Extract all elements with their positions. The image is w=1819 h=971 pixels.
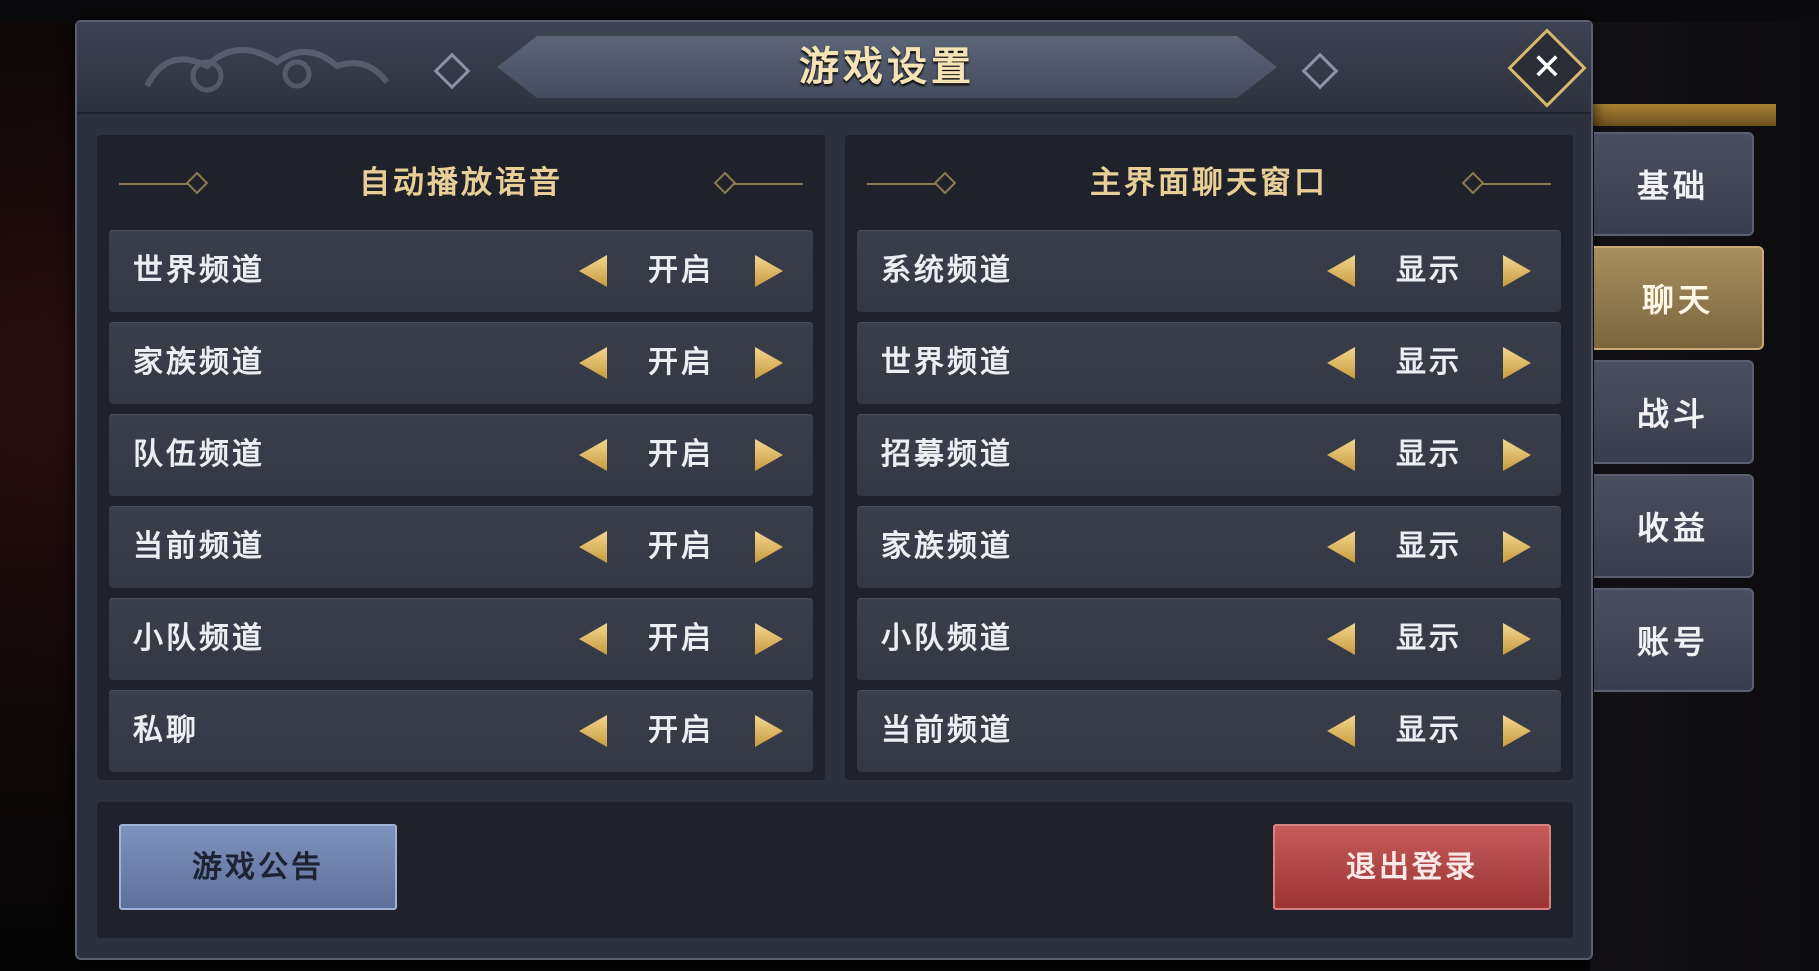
setting-label: 家族频道: [133, 345, 265, 380]
setting-row: 队伍频道 开启: [109, 414, 813, 496]
header-line: [733, 183, 803, 185]
triangle-left-icon[interactable]: [1327, 623, 1355, 655]
triangle-left-icon[interactable]: [579, 439, 607, 471]
panel-header: 主界面聊天窗口: [845, 157, 1573, 209]
tab-earnings[interactable]: 收益: [1594, 474, 1754, 578]
setting-row: 当前频道 显示: [857, 690, 1561, 772]
setting-label: 小队频道: [881, 621, 1013, 656]
triangle-left-icon[interactable]: [1327, 531, 1355, 563]
top-strip: [0, 0, 1819, 22]
triangle-left-icon[interactable]: [579, 255, 607, 287]
setting-row: 家族频道 开启: [109, 322, 813, 404]
triangle-left-icon[interactable]: [1327, 347, 1355, 379]
setting-label: 家族频道: [881, 529, 1013, 564]
setting-row: 小队频道 显示: [857, 598, 1561, 680]
setting-value: 显示: [1396, 345, 1462, 380]
setting-row: 当前频道 开启: [109, 506, 813, 588]
setting-value: 开启: [648, 621, 714, 656]
triangle-left-icon[interactable]: [579, 623, 607, 655]
setting-value: 开启: [648, 713, 714, 748]
setting-label: 世界频道: [133, 253, 265, 288]
setting-label: 系统频道: [881, 253, 1013, 288]
triangle-right-icon[interactable]: [755, 715, 783, 747]
setting-label: 当前频道: [133, 529, 265, 564]
auto-voice-list: 世界频道 开启 家族频道 开启 队伍频道 开启 当前频道 开启 小队频道 开启 …: [109, 230, 813, 780]
setting-value: 开启: [648, 529, 714, 564]
triangle-right-icon[interactable]: [1503, 439, 1531, 471]
bottom-bar: 游戏公告 退出登录: [97, 802, 1573, 938]
setting-value: 开启: [648, 437, 714, 472]
setting-label: 小队频道: [133, 621, 265, 656]
setting-value: 显示: [1396, 713, 1462, 748]
background-gold-bar: [1590, 104, 1776, 126]
setting-row: 系统频道 显示: [857, 230, 1561, 312]
cloud-ornament-icon: [144, 47, 390, 93]
window-title: 游戏设置: [799, 43, 975, 90]
header-line: [1481, 183, 1551, 185]
triangle-right-icon[interactable]: [755, 623, 783, 655]
triangle-right-icon[interactable]: [1503, 255, 1531, 287]
logout-button[interactable]: 退出登录: [1273, 824, 1551, 910]
triangle-right-icon[interactable]: [1503, 531, 1531, 563]
triangle-left-icon[interactable]: [579, 531, 607, 563]
triangle-right-icon[interactable]: [755, 255, 783, 287]
setting-row: 小队频道 开启: [109, 598, 813, 680]
setting-value: 显示: [1396, 529, 1462, 564]
triangle-left-icon[interactable]: [579, 347, 607, 379]
settings-window: 游戏设置 ✕ 自动播放语音 世界频道 开启 家族频道 开启 队伍频道 开启 当前…: [75, 20, 1593, 960]
panel-header: 自动播放语音: [97, 157, 825, 209]
triangle-right-icon[interactable]: [1503, 623, 1531, 655]
game-notice-button[interactable]: 游戏公告: [119, 824, 397, 910]
setting-label: 私聊: [133, 713, 199, 748]
setting-row: 家族频道 显示: [857, 506, 1561, 588]
main-chat-window-panel: 主界面聊天窗口 系统频道 显示 世界频道 显示 招募频道 显示 家族频道 显示 …: [845, 135, 1573, 780]
setting-label: 当前频道: [881, 713, 1013, 748]
setting-value: 显示: [1396, 253, 1462, 288]
title-right-diamond-icon: [1301, 52, 1339, 90]
tab-account[interactable]: 账号: [1594, 588, 1754, 692]
setting-value: 显示: [1396, 621, 1462, 656]
setting-row: 招募频道 显示: [857, 414, 1561, 496]
chat-window-list: 系统频道 显示 世界频道 显示 招募频道 显示 家族频道 显示 小队频道 显示 …: [857, 230, 1561, 780]
triangle-right-icon[interactable]: [755, 439, 783, 471]
triangle-right-icon[interactable]: [755, 531, 783, 563]
setting-label: 队伍频道: [133, 437, 265, 472]
triangle-left-icon[interactable]: [1327, 715, 1355, 747]
triangle-left-icon[interactable]: [1327, 439, 1355, 471]
title-left-diamond-icon: [433, 52, 471, 90]
triangle-right-icon[interactable]: [755, 347, 783, 379]
setting-value: 显示: [1396, 437, 1462, 472]
triangle-right-icon[interactable]: [1503, 347, 1531, 379]
setting-label: 世界频道: [881, 345, 1013, 380]
triangle-left-icon[interactable]: [579, 715, 607, 747]
setting-value: 开启: [648, 253, 714, 288]
tab-basic[interactable]: 基础: [1594, 132, 1754, 236]
triangle-right-icon[interactable]: [1503, 715, 1531, 747]
setting-label: 招募频道: [881, 437, 1013, 472]
triangle-left-icon[interactable]: [1327, 255, 1355, 287]
setting-row: 世界频道 开启: [109, 230, 813, 312]
setting-value: 开启: [648, 345, 714, 380]
title-bar: 游戏设置: [77, 22, 1591, 114]
setting-row: 私聊 开启: [109, 690, 813, 772]
setting-row: 世界频道 显示: [857, 322, 1561, 404]
auto-voice-panel: 自动播放语音 世界频道 开启 家族频道 开启 队伍频道 开启 当前频道 开启 小…: [97, 135, 825, 780]
tab-chat[interactable]: 聊天: [1594, 246, 1764, 350]
tab-battle[interactable]: 战斗: [1594, 360, 1754, 464]
